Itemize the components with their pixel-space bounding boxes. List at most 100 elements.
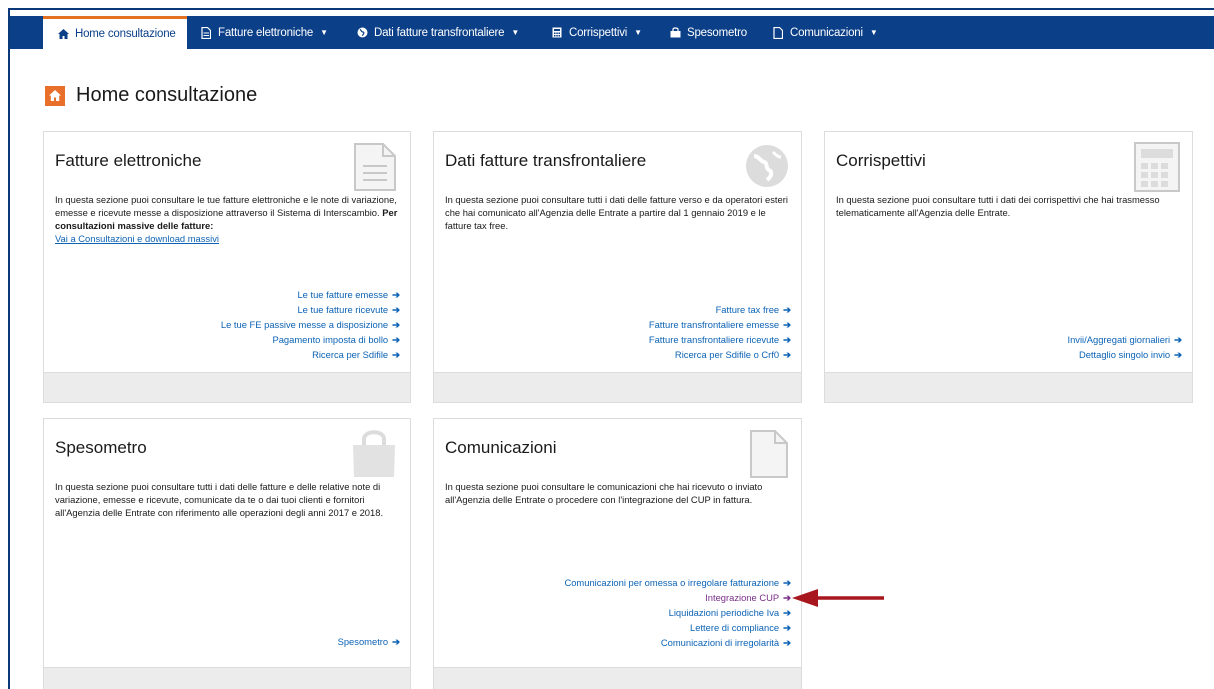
link-comunicazioni-irregolarita[interactable]: Comunicazioni di irregolarità ➔ — [564, 635, 791, 650]
chevron-down-icon: ▼ — [634, 28, 642, 37]
card-spesometro: Spesometro In questa sezione puoi consul… — [43, 418, 411, 689]
chevron-down-icon: ▼ — [511, 28, 520, 37]
arrow-right-icon: ➔ — [1174, 334, 1182, 345]
home-icon — [57, 28, 69, 40]
shopping-bag-icon — [350, 427, 398, 484]
link-fe-passive[interactable]: Le tue FE passive messe a disposizione ➔ — [221, 317, 400, 332]
nav-fatture-elettroniche[interactable]: Fatture elettroniche ▼ — [200, 16, 328, 49]
nav-label: Home consultazione — [75, 28, 176, 40]
link-lettere-compliance[interactable]: Lettere di compliance ➔ — [564, 620, 791, 635]
arrow-right-icon: ➔ — [1174, 349, 1182, 360]
link-label: Le tue FE passive messe a disposizione — [220, 319, 389, 330]
card-description: In questa sezione puoi consultare le tue… — [55, 193, 403, 245]
document-icon — [200, 26, 212, 39]
page-title: Home consultazione — [45, 84, 257, 107]
consultazioni-massive-link[interactable]: Vai a Consultazioni e download massivi — [55, 233, 219, 244]
link-label: Fatture tax free — [715, 304, 780, 315]
arrow-right-icon: ➔ — [783, 622, 791, 633]
arrow-right-icon: ➔ — [783, 334, 791, 345]
card-title: Fatture elettroniche — [55, 151, 202, 170]
card-footer — [825, 372, 1192, 402]
card-links: Invii/Aggregati giornalieri ➔ Dettaglio s… — [1067, 332, 1182, 362]
window-border-top — [8, 8, 1214, 10]
link-ricerca-sdifile-crf0[interactable]: Ricerca per Sdifile o Crf0 ➔ — [649, 347, 791, 362]
link-label: Invii/Aggregati giornalieri — [1067, 334, 1171, 345]
link-invii-aggregati[interactable]: Invii/Aggregati giornalieri ➔ — [1067, 332, 1182, 347]
card-description: In questa sezione puoi consultare le com… — [445, 481, 763, 505]
link-label: Integrazione CUP — [705, 592, 780, 603]
link-integrazione-cup[interactable]: Integrazione CUP ➔ — [564, 590, 791, 605]
card-title: Dati fatture transfrontaliere — [445, 151, 647, 170]
link-label: Fatture transfrontaliere ricevute — [648, 334, 780, 345]
link-label: Spesometro — [337, 636, 389, 647]
chevron-down-icon: ▼ — [869, 28, 878, 37]
calculator-icon — [1134, 142, 1180, 197]
link-liquidazioni-iva[interactable]: Liquidazioni periodiche Iva ➔ — [564, 605, 791, 620]
arrow-right-icon: ➔ — [783, 319, 791, 330]
link-ricerca-sdifile[interactable]: Ricerca per Sdifile ➔ — [221, 347, 400, 362]
home-icon — [45, 85, 65, 106]
card-fatture-transfrontaliere: Dati fatture transfrontaliere In questa … — [433, 131, 802, 403]
link-spesometro[interactable]: Spesometro ➔ — [338, 634, 400, 649]
nav-label: Comunicazioni — [790, 26, 863, 39]
card-fatture-elettroniche: Fatture elettroniche In questa sezione p… — [43, 131, 411, 403]
nav-dati-fatture-transfrontaliere[interactable]: Dati fatture transfrontaliere ▼ — [356, 16, 519, 49]
calculator-icon — [551, 27, 563, 39]
link-label: Ricerca per Sdifile o Crf0 — [674, 349, 780, 360]
arrow-right-icon: ➔ — [783, 577, 791, 588]
link-fatture-ricevute[interactable]: Le tue fatture ricevute ➔ — [221, 302, 400, 317]
card-footer — [434, 667, 801, 689]
card-description: In questa sezione puoi consultare tutti … — [55, 481, 384, 518]
nav-home-consultazione[interactable]: Home consultazione — [43, 16, 187, 49]
annotation-arrow-icon — [790, 588, 886, 613]
window-border-left — [8, 8, 10, 689]
arrow-right-icon: ➔ — [392, 289, 400, 300]
card-comunicazioni: Comunicazioni In questa sezione puoi con… — [433, 418, 802, 689]
card-footer — [44, 667, 410, 689]
card-corrispettivi: Corrispettivi In questa sezione puoi con… — [824, 131, 1193, 403]
shopping-bag-icon — [669, 27, 681, 39]
card-links: Spesometro ➔ — [338, 634, 400, 649]
nav-label: Spesometro — [687, 26, 748, 39]
document-icon — [353, 142, 397, 197]
nav-label: Fatture elettroniche — [218, 26, 314, 39]
link-fatture-tax-free[interactable]: Fatture tax free ➔ — [649, 302, 791, 317]
file-icon — [749, 429, 789, 484]
link-label: Liquidazioni periodiche Iva — [668, 607, 780, 618]
nav-label: Corrispettivi — [569, 26, 628, 39]
link-dettaglio-invio[interactable]: Dettaglio singolo invio ➔ — [1067, 347, 1182, 362]
nav-spesometro[interactable]: Spesometro — [669, 16, 747, 49]
link-label: Fatture transfrontaliere emesse — [648, 319, 780, 330]
link-omessa-irregolare-fatturazione[interactable]: Comunicazioni per omessa o irregolare fa… — [564, 575, 791, 590]
card-title: Corrispettivi — [836, 151, 926, 170]
desc-text: In questa sezione puoi consultare le tue… — [55, 194, 397, 218]
link-label: Le tue fatture emesse — [297, 289, 389, 300]
card-links: Le tue fatture emesse ➔ Le tue fatture ri… — [221, 287, 400, 362]
file-icon — [772, 26, 784, 39]
card-title: Spesometro — [55, 438, 147, 457]
link-label: Dettaglio singolo invio — [1078, 349, 1171, 360]
arrow-right-icon: ➔ — [392, 349, 400, 360]
link-transfrontaliere-emesse[interactable]: Fatture transfrontaliere emesse ➔ — [649, 317, 791, 332]
link-transfrontaliere-ricevute[interactable]: Fatture transfrontaliere ricevute ➔ — [649, 332, 791, 347]
link-label: Ricerca per Sdifile — [312, 349, 389, 360]
nav-comunicazioni[interactable]: Comunicazioni ▼ — [772, 16, 878, 49]
link-label: Comunicazioni per omessa o irregolare fa… — [564, 577, 780, 588]
link-label: Lettere di compliance — [690, 622, 780, 633]
arrow-right-icon: ➔ — [783, 349, 791, 360]
card-description: In questa sezione puoi consultare tutti … — [445, 194, 788, 231]
main-navbar: Home consultazione Fatture elettroniche … — [10, 16, 1214, 49]
card-footer — [434, 372, 801, 402]
page-title-text: Home consultazione — [76, 84, 258, 106]
arrow-right-icon: ➔ — [392, 319, 400, 330]
nav-label: Dati fatture transfrontaliere — [374, 26, 505, 39]
nav-corrispettivi[interactable]: Corrispettivi ▼ — [551, 16, 642, 49]
card-links: Comunicazioni per omessa o irregolare fa… — [564, 575, 791, 650]
card-footer — [44, 372, 410, 402]
link-fatture-emesse[interactable]: Le tue fatture emesse ➔ — [221, 287, 400, 302]
link-imposta-bollo[interactable]: Pagamento imposta di bollo ➔ — [221, 332, 400, 347]
arrow-right-icon: ➔ — [783, 637, 791, 648]
link-label: Pagamento imposta di bollo — [272, 334, 389, 345]
arrow-right-icon: ➔ — [392, 636, 400, 647]
link-label: Comunicazioni di irregolarità — [660, 637, 780, 648]
